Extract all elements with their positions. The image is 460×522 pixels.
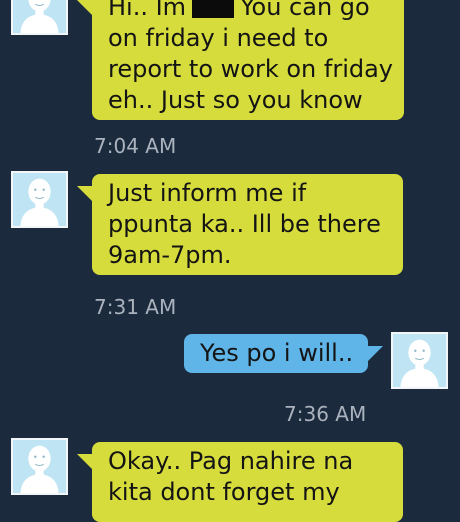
message-timestamp: 7:04 AM <box>94 134 177 158</box>
user-avatar-icon[interactable] <box>391 332 448 389</box>
message-text: 9am-7pm. <box>108 241 232 269</box>
message-timestamp: 7:31 AM <box>94 295 177 319</box>
outgoing-message-bubble[interactable]: Yes po i will.. <box>184 334 383 373</box>
message-thread[interactable]: Hi.. Im You can go on friday i need to re… <box>0 0 460 522</box>
message-text: Just inform me if <box>108 179 307 207</box>
message-text: kita dont forget my <box>108 478 340 506</box>
redacted-name-block <box>192 0 235 18</box>
message-text: Okay.. Pag nahire na <box>108 447 354 475</box>
message-text: ppunta ka.. Ill be there <box>108 210 381 238</box>
message-text: Hi.. Im You can go <box>108 0 394 23</box>
message-text: report to work on friday <box>108 55 394 83</box>
incoming-message-bubble[interactable]: Okay.. Pag nahire na kita dont forget my <box>77 442 403 522</box>
incoming-message-bubble[interactable]: Just inform me if ppunta ka.. Ill be the… <box>77 174 403 275</box>
contact-avatar-icon[interactable] <box>11 0 68 35</box>
message-text: Yes po i will.. <box>200 339 354 367</box>
message-text: on friday i need to <box>108 24 329 52</box>
message-text: eh.. Just so you know <box>108 86 363 114</box>
message-timestamp: 7:36 AM <box>284 402 367 426</box>
contact-avatar-icon[interactable] <box>11 171 68 228</box>
contact-avatar-icon[interactable] <box>11 438 68 495</box>
incoming-message-bubble[interactable]: Hi.. Im You can go on friday i need to re… <box>77 0 404 120</box>
